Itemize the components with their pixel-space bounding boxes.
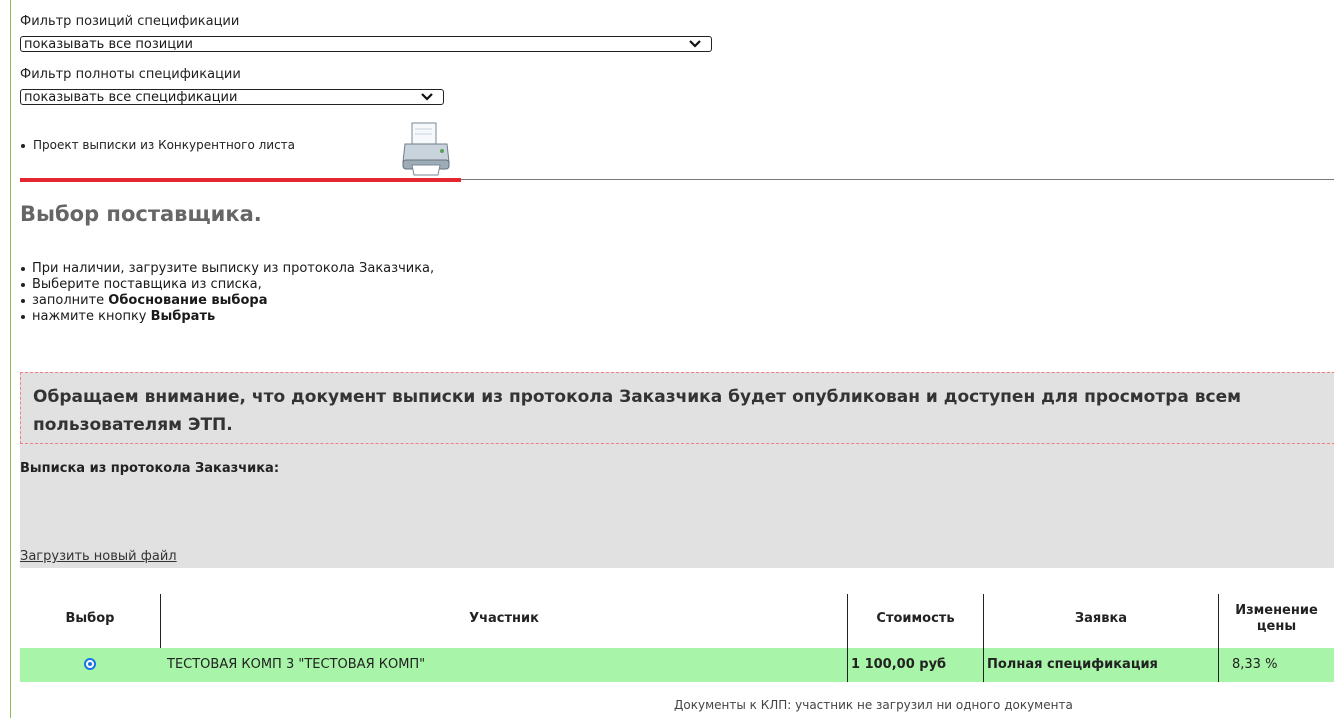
- protocol-label: Выписка из протокола Заказчика:: [20, 461, 280, 476]
- instruction-text: нажмите кнопку: [32, 309, 151, 324]
- bullet: [21, 283, 25, 287]
- bullet: [21, 267, 25, 271]
- instruction-text: заполните: [32, 293, 109, 308]
- completeness-filter-select[interactable]: показывать все спецификации: [20, 89, 444, 105]
- price-change-cell: 8,33 %: [1232, 657, 1278, 672]
- instruction-text: Выберите поставщика из списка,: [32, 277, 262, 292]
- col-separator: [983, 594, 984, 648]
- positions-filter-value: показывать все позиции: [24, 37, 193, 52]
- col-header-participant: Участник: [469, 611, 539, 626]
- supplier-radio[interactable]: [84, 658, 96, 670]
- col-separator: [983, 648, 984, 682]
- participant-cell: ТЕСТОВАЯ КОМП 3 "ТЕСТОВАЯ КОМП": [167, 657, 426, 672]
- bullet: [21, 315, 25, 319]
- col-separator: [1218, 594, 1219, 648]
- col-separator: [847, 648, 848, 682]
- publication-notice: Обращаем внимание, что документ выписки …: [20, 372, 1334, 444]
- bullet: [21, 299, 25, 303]
- section-title: Выбор поставщика.: [20, 202, 262, 226]
- instruction-item: При наличии, загрузите выписку из проток…: [20, 261, 434, 277]
- completeness-filter-value: показывать все спецификации: [24, 90, 238, 105]
- klp-documents-label: Документы к КЛП:: [674, 698, 792, 712]
- col-header-application: Заявка: [1074, 611, 1128, 626]
- cost-cell: 1 100,00 руб: [851, 657, 947, 672]
- completeness-filter-label: Фильтр полноты спецификации: [20, 67, 241, 82]
- col-header-cost: Стоимость: [876, 611, 955, 626]
- instruction-item: нажмите кнопку Выбрать: [20, 309, 434, 325]
- printer-icon[interactable]: [400, 120, 452, 176]
- upload-new-file-link[interactable]: Загрузить новый файл: [20, 549, 177, 564]
- section-divider-accent: [20, 178, 461, 182]
- instruction-item: заполните Обоснование выбора: [20, 293, 434, 309]
- positions-filter-label: Фильтр позиций спецификации: [20, 14, 240, 29]
- instruction-bold: Выбрать: [150, 309, 216, 324]
- instructions-list: При наличии, загрузите выписку из проток…: [20, 261, 434, 325]
- positions-filter-select[interactable]: показывать все позиции: [20, 36, 712, 52]
- instruction-bold: Обоснование выбора: [108, 293, 268, 308]
- instruction-text: При наличии, загрузите выписку из проток…: [32, 261, 435, 276]
- klp-documents: Документы к КЛП: участник не загрузил ни…: [674, 698, 1073, 712]
- col-header-select: Выбор: [65, 611, 115, 626]
- left-border-line: [10, 0, 11, 718]
- col-header-price-change: Изменение цены: [1235, 603, 1318, 634]
- chevron-down-icon: [689, 40, 701, 48]
- application-cell: Полная спецификация: [987, 657, 1158, 672]
- instruction-item: Выберите поставщика из списка,: [20, 277, 434, 293]
- print-extract-text: Проект выписки из Конкурентного листа: [33, 138, 296, 152]
- col-separator: [847, 594, 848, 648]
- print-extract-item: Проект выписки из Конкурентного листа: [20, 120, 520, 176]
- table-row[interactable]: ТЕСТОВАЯ КОМП 3 "ТЕСТОВАЯ КОМП" 1 100,00…: [20, 648, 1334, 682]
- col-separator: [160, 594, 161, 648]
- chevron-down-icon: [421, 93, 433, 101]
- radio-selected-dot: [88, 662, 92, 666]
- bullet: [21, 144, 25, 148]
- col-separator: [1218, 648, 1219, 682]
- klp-documents-value: участник не загрузил ни одного документа: [795, 698, 1073, 712]
